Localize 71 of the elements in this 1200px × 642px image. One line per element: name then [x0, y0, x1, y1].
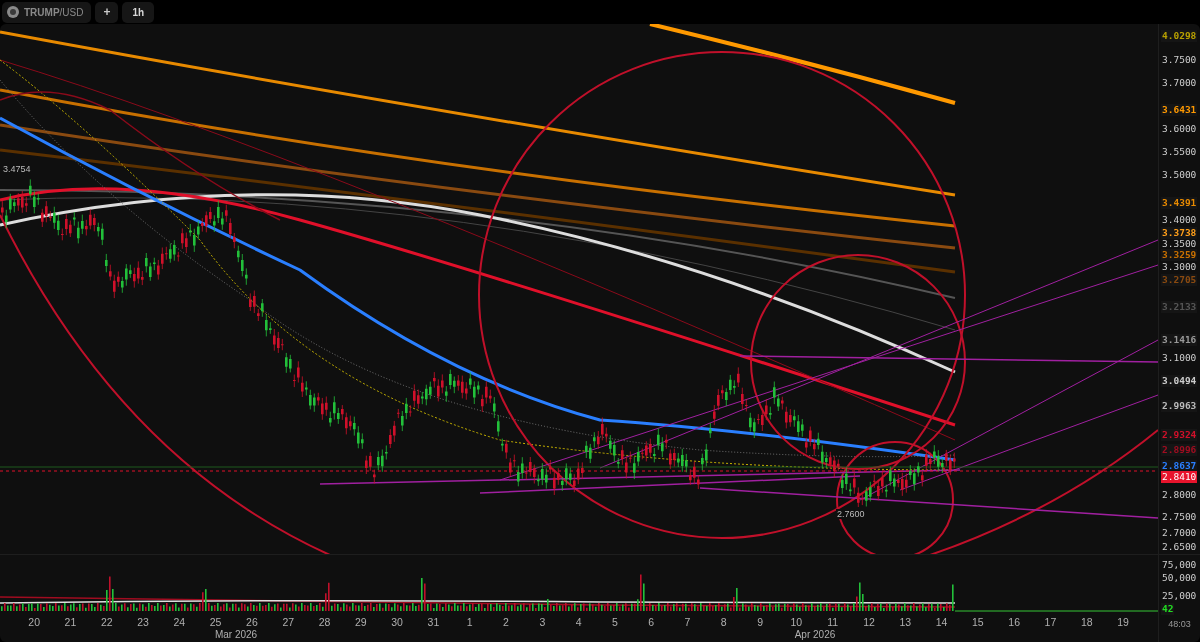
- price-tag: 2.9324: [1161, 429, 1198, 441]
- date-label: 3: [538, 616, 547, 628]
- price-tick-label: 3.5500: [1161, 146, 1198, 158]
- price-tick-label: 2.8000: [1161, 489, 1198, 501]
- date-label: 30: [390, 616, 404, 628]
- date-label: 23: [136, 616, 150, 628]
- price-label: 2.7600: [836, 509, 866, 519]
- interval-button[interactable]: 1h: [122, 1, 155, 23]
- date-label: 1: [465, 616, 474, 628]
- date-label: 13: [898, 616, 913, 628]
- date-label: 7: [683, 616, 692, 628]
- price-tick-label: 3.7500: [1161, 54, 1198, 66]
- price-tick-label: 3.1000: [1161, 352, 1198, 364]
- date-label: 5: [610, 616, 619, 628]
- price-tick-label: 3.7000: [1161, 77, 1198, 89]
- date-label: 22: [99, 616, 114, 628]
- coin-icon: [7, 6, 19, 18]
- add-button[interactable]: +: [95, 1, 119, 23]
- price-tick-label: 2.7500: [1161, 511, 1198, 523]
- date-label: 26: [245, 616, 259, 628]
- volume-tick-label: 50,000: [1161, 572, 1198, 584]
- date-label: 29: [353, 616, 368, 628]
- price-tag: 3.6431: [1161, 104, 1198, 116]
- price-tag: 3.1416: [1161, 334, 1198, 346]
- price-tag: 3.0494: [1161, 375, 1198, 387]
- price-tag: 2.8996: [1161, 444, 1198, 456]
- date-label: 31: [426, 616, 441, 628]
- countdown-label: 48:03: [1168, 619, 1191, 631]
- price-tick-label: 3.5000: [1161, 169, 1198, 181]
- date-label: 11: [826, 616, 840, 628]
- date-label: 20: [27, 616, 41, 628]
- date-label: 9: [756, 616, 764, 628]
- price-tick-label: 3.6000: [1161, 123, 1198, 135]
- price-tag: 3.2133: [1161, 301, 1198, 313]
- price-tick-label: 2.6500: [1161, 541, 1198, 553]
- date-label: 21: [63, 616, 78, 628]
- month-label: Mar 2026: [213, 629, 259, 640]
- date-label: 24: [172, 616, 187, 628]
- price-tick-label: 3.3500: [1161, 238, 1198, 250]
- month-label: Apr 2026: [793, 629, 837, 640]
- price-tag: 3.2705: [1161, 274, 1198, 286]
- date-label: 2: [502, 616, 510, 628]
- symbol-button[interactable]: TRUMP/USD: [2, 1, 92, 23]
- date-label: 12: [862, 616, 876, 628]
- date-label: 25: [208, 616, 223, 628]
- date-label: 10: [789, 616, 804, 628]
- date-label: 4: [574, 616, 583, 628]
- date-label: 16: [1007, 616, 1021, 628]
- current-price-tag: 2.8410: [1161, 471, 1198, 483]
- date-label: 8: [719, 616, 728, 628]
- price-tag: 2.8637: [1161, 460, 1198, 472]
- date-label: 28: [317, 616, 332, 628]
- price-tag: 3.3259: [1161, 249, 1198, 261]
- date-label: 19: [1116, 616, 1130, 628]
- date-label: 14: [934, 616, 949, 628]
- price-tick-label: 3.4000: [1161, 214, 1198, 226]
- date-label: 18: [1079, 616, 1094, 628]
- date-label: 27: [281, 616, 296, 628]
- volume-tick-label: 25,000: [1161, 590, 1198, 602]
- volume-tag: 42: [1161, 603, 1175, 615]
- price-tag: 4.0298: [1161, 30, 1198, 42]
- date-label: 15: [971, 616, 985, 628]
- volume-tick-label: 75,000: [1161, 559, 1198, 571]
- price-label: 3.4754: [2, 164, 32, 174]
- price-tick-label: 3.3000: [1161, 261, 1198, 273]
- date-label: 6: [647, 616, 656, 628]
- price-tag: 3.4391: [1161, 197, 1198, 209]
- date-label: 17: [1043, 616, 1058, 628]
- price-tag: 3.3738: [1161, 227, 1198, 239]
- price-tick-label: 2.7000: [1161, 527, 1198, 539]
- price-tag: 2.9963: [1161, 400, 1198, 412]
